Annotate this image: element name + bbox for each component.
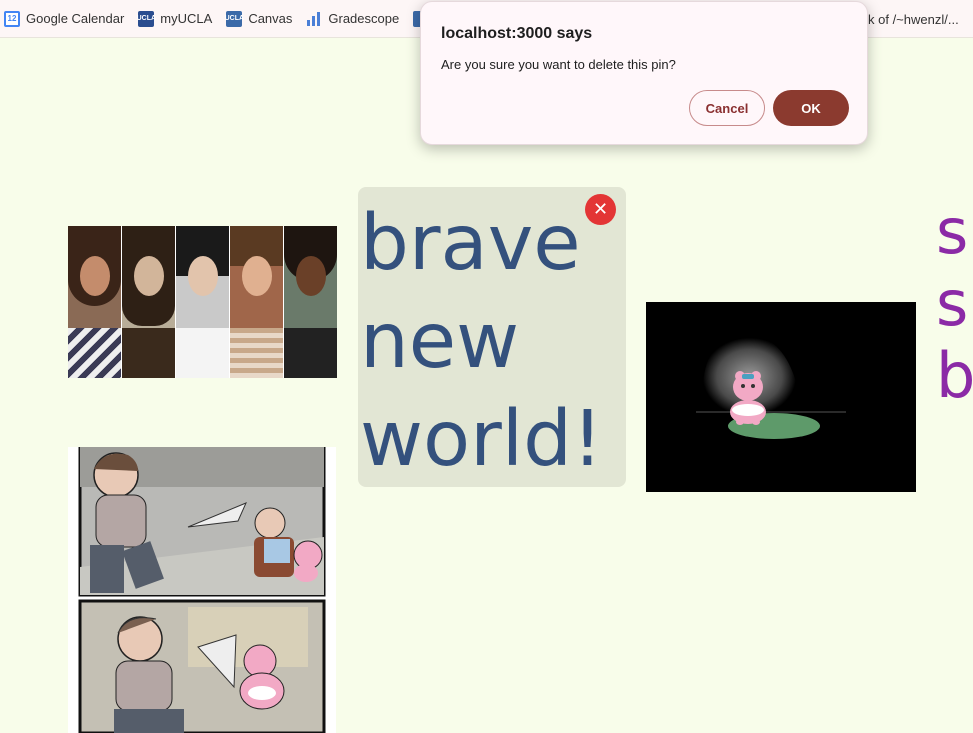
pin-text-note-partial[interactable]: s s b	[936, 196, 973, 416]
character-illustration	[646, 302, 916, 492]
pin-image-portraits[interactable]	[68, 226, 337, 378]
dialog-title: localhost:3000 says	[441, 25, 593, 42]
pin-text-line: s	[936, 196, 969, 268]
pin-text-line: b	[936, 339, 973, 412]
bookmark-myucla[interactable]: UCLA myUCLA	[137, 10, 213, 27]
calendar-icon: 12	[4, 10, 20, 27]
bookmark-label: Google Calendar	[26, 11, 125, 26]
portrait	[284, 226, 337, 378]
bookmark-label: Canvas	[248, 11, 293, 26]
pin-image-comic[interactable]	[68, 447, 336, 733]
portrait	[68, 226, 122, 378]
pin-image-character[interactable]	[646, 302, 916, 492]
bookmark-label: Gradescope	[328, 11, 400, 26]
cancel-button[interactable]: Cancel	[689, 90, 765, 126]
pin-text-line: world!	[360, 395, 603, 484]
bookmark-canvas[interactable]: UCLA Canvas	[225, 10, 293, 27]
ok-button[interactable]: OK	[773, 90, 849, 126]
portrait	[122, 226, 176, 378]
confirm-dialog: localhost:3000 says Are you sure you wan…	[420, 1, 868, 145]
dialog-message: Are you sure you want to delete this pin…	[441, 57, 676, 72]
ucla-icon: UCLA	[225, 10, 244, 27]
bookmark-overflow[interactable]: k of /~hwenzl/...	[868, 0, 959, 38]
pin-text-line: s	[936, 267, 969, 340]
pin-text-line: new	[360, 297, 520, 386]
close-icon: ✕	[592, 199, 609, 220]
portrait	[230, 226, 284, 378]
comic-illustration	[78, 447, 326, 733]
ucla-icon: UCLA	[137, 10, 156, 27]
delete-pin-button[interactable]: ✕	[585, 194, 616, 225]
bookmark-google-calendar[interactable]: 12 Google Calendar	[4, 10, 125, 27]
portrait	[176, 226, 230, 378]
bookmark-label: myUCLA	[160, 11, 213, 26]
bookmark-gradescope[interactable]: Gradescope	[306, 11, 399, 27]
pin-text-note[interactable]: brave new world!	[358, 187, 626, 487]
bar-chart-icon	[306, 11, 322, 27]
bookmark-label: k of /~hwenzl/...	[868, 11, 959, 27]
